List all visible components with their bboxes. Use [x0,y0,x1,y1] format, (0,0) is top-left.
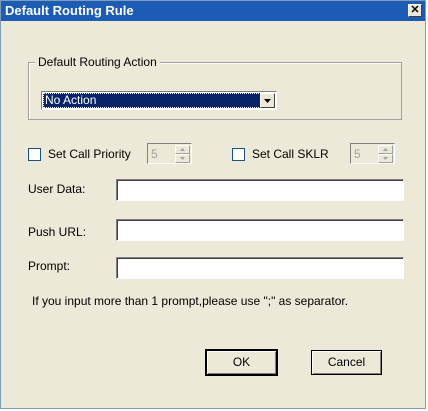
sklr-label: Set Call SKLR [252,147,329,161]
sklr-spinner[interactable] [350,143,395,164]
routing-action-dropdown[interactable]: No Action [41,91,277,110]
dropdown-button[interactable] [260,93,275,108]
chevron-down-icon [264,99,271,103]
close-icon: ✕ [410,4,420,16]
user-data-input[interactable] [116,179,404,201]
priority-value[interactable] [149,145,175,162]
sklr-down-button[interactable] [378,154,393,163]
routing-action-legend: Default Routing Action [35,55,160,69]
push-url-input[interactable] [116,219,404,241]
ok-button[interactable]: OK [205,349,278,376]
title-bar[interactable]: Default Routing Rule ✕ [1,1,425,21]
prompt-input[interactable] [116,257,404,279]
prompt-label: Prompt: [28,259,71,273]
arrow-up-icon [383,148,388,151]
routing-dialog: Default Routing Rule ✕ Default Routing A… [0,0,426,409]
routing-action-selected: No Action [43,93,261,108]
close-button[interactable]: ✕ [408,4,422,17]
priority-up-button[interactable] [175,145,190,154]
priority-spinner[interactable] [147,143,192,164]
sklr-up-button[interactable] [378,145,393,154]
separator-hint: If you input more than 1 prompt,please u… [32,294,349,308]
push-url-label: Push URL: [28,225,87,239]
sklr-checkbox[interactable] [232,148,245,161]
priority-checkbox[interactable] [28,148,41,161]
arrow-down-icon [180,157,185,160]
arrow-up-icon [180,148,185,151]
arrow-down-icon [383,157,388,160]
priority-down-button[interactable] [175,154,190,163]
dialog-title: Default Routing Rule [5,3,134,18]
user-data-label: User Data: [28,182,86,196]
sklr-value[interactable] [352,145,378,162]
cancel-button[interactable]: Cancel [311,350,382,375]
priority-label: Set Call Priority [48,147,131,161]
